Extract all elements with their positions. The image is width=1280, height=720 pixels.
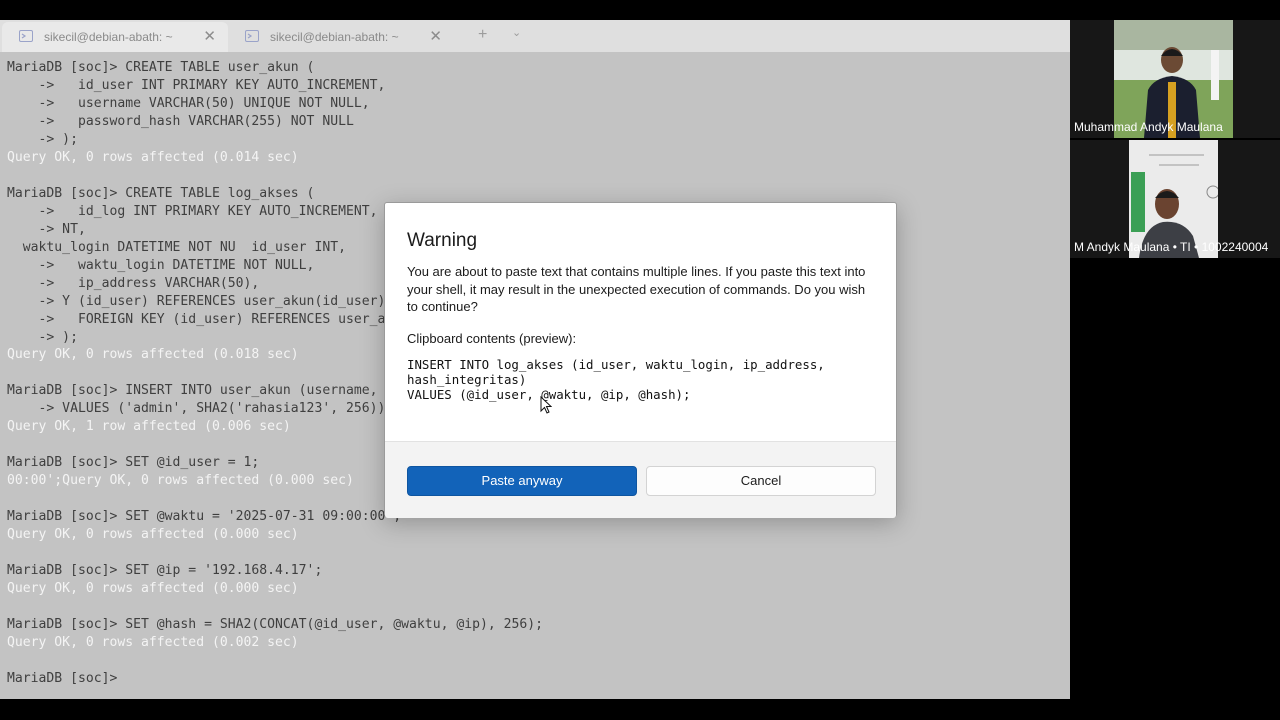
clipboard-label: Clipboard contents (preview):: [407, 331, 577, 346]
tab-label: sikecil@debian-abath: ~: [270, 30, 399, 44]
terminal-line: 00:00';Query OK, 0 rows affected (0.000 …: [7, 473, 354, 488]
dialog-title: Warning: [407, 230, 478, 251]
screen: sikecil@debian-abath: ~ ✕ sikecil@debian…: [0, 0, 1280, 720]
terminal-line: MariaDB [soc]> CREATE TABLE user_akun (: [7, 60, 315, 75]
terminal-line: -> waktu_login DATETIME NOT NULL,: [7, 258, 315, 273]
dialog-footer: Paste anyway Cancel: [385, 441, 896, 518]
terminal-line: -> NT,: [7, 222, 86, 237]
dialog-message: You are about to paste text that contain…: [407, 264, 866, 314]
terminal-line: Query OK, 0 rows affected (0.000 sec): [7, 527, 299, 542]
close-icon[interactable]: ✕: [203, 22, 216, 52]
terminal-line: MariaDB [soc]> SET @id_user = 1;: [7, 455, 260, 470]
terminal-line: Query OK, 0 rows affected (0.014 sec): [7, 150, 299, 165]
tab-terminal-2[interactable]: sikecil@debian-abath: ~ ✕: [228, 22, 454, 52]
tab-terminal-1[interactable]: sikecil@debian-abath: ~ ✕: [2, 22, 228, 52]
terminal-line: MariaDB [soc]> SET @ip = '192.168.4.17';: [7, 563, 323, 578]
terminal-line: Query OK, 0 rows affected (0.018 sec): [7, 347, 299, 362]
terminal-line: MariaDB [soc]> CREATE TABLE log_akses (: [7, 186, 315, 201]
paste-warning-dialog: Warning You are about to paste text that…: [384, 202, 897, 518]
terminal-line: -> VALUES ('admin', SHA2('rahasia123', 2…: [7, 401, 394, 416]
clipboard-preview: INSERT INTO log_akses (id_user, waktu_lo…: [407, 357, 825, 402]
participant-tile[interactable]: Muhammad Andyk Maulana: [1070, 20, 1280, 138]
terminal-prompt: MariaDB [soc]>: [7, 671, 126, 686]
chevron-down-icon[interactable]: ⌄: [512, 26, 521, 39]
terminal-line: -> );: [7, 330, 78, 345]
terminal-line: -> id_log INT PRIMARY KEY AUTO_INCREMENT…: [7, 204, 378, 219]
terminal-line: Query OK, 0 rows affected (0.002 sec): [7, 635, 299, 650]
cancel-button[interactable]: Cancel: [646, 466, 876, 496]
paste-anyway-button[interactable]: Paste anyway: [407, 466, 637, 496]
terminal-line: waktu_login DATETIME NOT NU id_user INT,: [7, 240, 346, 255]
participant-name: M Andyk Maulana • TI • 1002240004: [1074, 240, 1269, 254]
participant-name: Muhammad Andyk Maulana: [1074, 120, 1223, 134]
terminal-line: MariaDB [soc]> SET @hash = SHA2(CONCAT(@…: [7, 617, 544, 632]
participant-tile[interactable]: M Andyk Maulana • TI • 1002240004: [1070, 140, 1280, 258]
video-call-panel: Muhammad Andyk Maulana M Andyk Maulana •…: [1070, 20, 1280, 699]
terminal-line: Query OK, 0 rows affected (0.000 sec): [7, 581, 299, 596]
terminal-line: -> ip_address VARCHAR(50),: [7, 276, 260, 291]
terminal-line: -> username VARCHAR(50) UNIQUE NOT NULL,: [7, 96, 370, 111]
terminal-icon: [19, 30, 33, 42]
terminal-line: -> id_user INT PRIMARY KEY AUTO_INCREMEN…: [7, 78, 386, 93]
tab-bar: sikecil@debian-abath: ~ ✕ sikecil@debian…: [0, 20, 1070, 52]
bottom-letterbox: [0, 699, 1280, 720]
terminal-icon: [245, 30, 259, 42]
terminal-line: Query OK, 1 row affected (0.006 sec): [7, 419, 291, 434]
terminal-line: -> );: [7, 132, 78, 147]
mouse-cursor-icon: [540, 396, 552, 414]
terminal-line: -> Y (id_user) REFERENCES user_akun(id_u…: [7, 294, 386, 309]
terminal-line: -> password_hash VARCHAR(255) NOT NULL: [7, 114, 354, 129]
terminal-line: MariaDB [soc]> SET @waktu = '2025-07-31 …: [7, 509, 402, 524]
top-letterbox: [0, 0, 1280, 20]
new-tab-button[interactable]: +: [478, 26, 487, 44]
tab-label: sikecil@debian-abath: ~: [44, 30, 173, 44]
close-icon[interactable]: ✕: [429, 22, 442, 52]
